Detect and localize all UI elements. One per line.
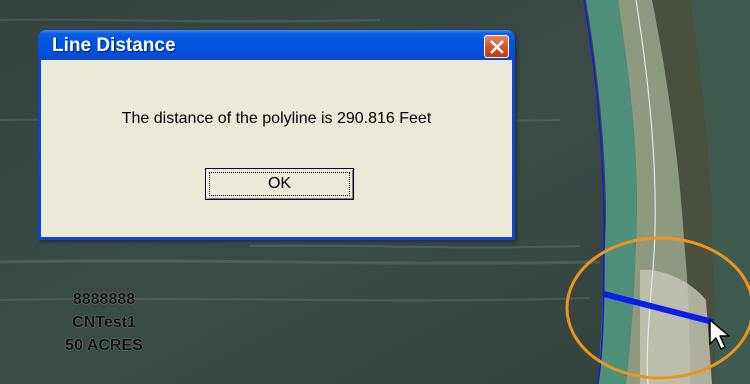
dialog-message: The distance of the polyline is 290.816 … [121, 110, 432, 127]
map-view[interactable]: 8888888 CNTest1 50 ACRES Line Distance T… [0, 0, 750, 384]
dialog-title: Line Distance [52, 35, 176, 56]
close-button[interactable] [484, 35, 509, 58]
mouse-pointer-icon [709, 319, 730, 350]
parcel-label: 8888888 CNTest1 50 ACRES [44, 288, 164, 357]
parcel-name: CNTest1 [72, 314, 136, 331]
close-icon [490, 40, 504, 54]
focus-rect [209, 172, 350, 196]
parcel-area: 50 ACRES [65, 337, 143, 354]
line-distance-dialog: Line Distance The distance of the polyli… [38, 30, 515, 240]
dialog-titlebar[interactable]: Line Distance [38, 30, 515, 60]
ok-button[interactable]: OK [205, 168, 354, 200]
parcel-id: 8888888 [72, 291, 136, 308]
